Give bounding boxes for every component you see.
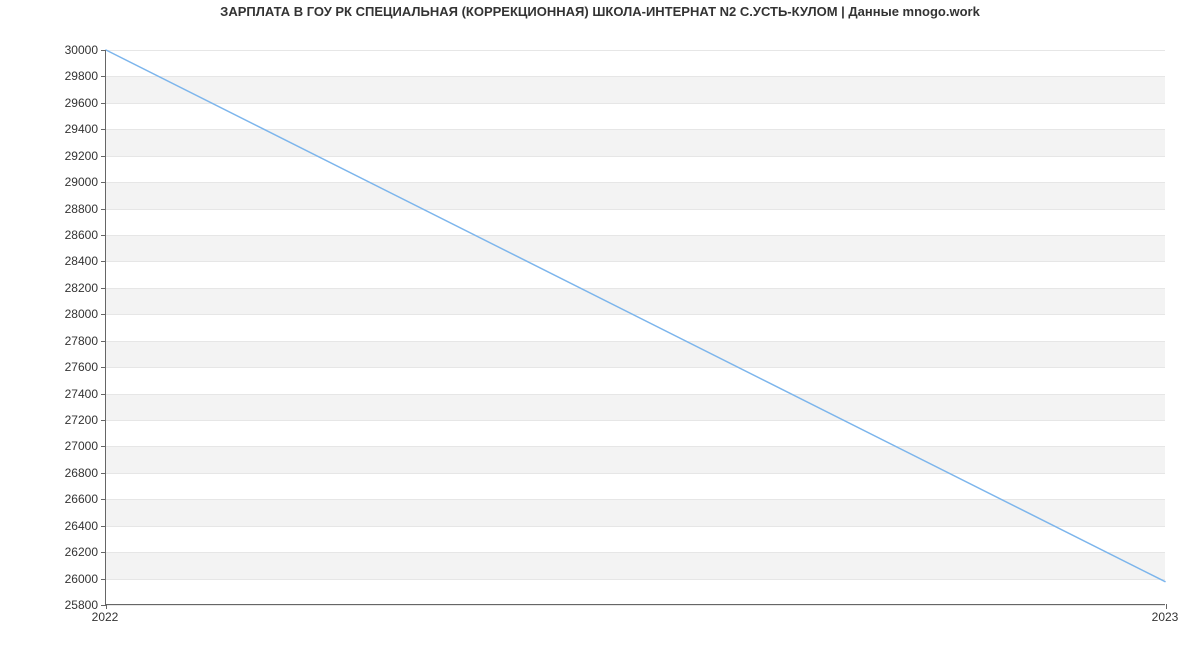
y-tick: [101, 103, 106, 104]
plot-area: [105, 50, 1165, 605]
y-tick: [101, 420, 106, 421]
y-tick: [101, 367, 106, 368]
y-tick: [101, 261, 106, 262]
line-series: [106, 50, 1165, 604]
x-tick: [1166, 604, 1167, 609]
x-tick-label: 2022: [92, 610, 119, 624]
y-tick-label: 29000: [65, 175, 98, 189]
y-tick-label: 27200: [65, 413, 98, 427]
y-tick: [101, 473, 106, 474]
y-tick-label: 26400: [65, 519, 98, 533]
y-tick-label: 29800: [65, 69, 98, 83]
x-tick: [106, 604, 107, 609]
x-tick-label: 2023: [1152, 610, 1179, 624]
y-tick: [101, 129, 106, 130]
y-tick-label: 27600: [65, 360, 98, 374]
series-line: [106, 50, 1165, 582]
y-tick-label: 27000: [65, 439, 98, 453]
y-tick: [101, 499, 106, 500]
y-tick: [101, 526, 106, 527]
salary-line-chart: ЗАРПЛАТА В ГОУ РК СПЕЦИАЛЬНАЯ (КОРРЕКЦИО…: [0, 0, 1200, 650]
y-tick-label: 28000: [65, 307, 98, 321]
y-tick-label: 26800: [65, 466, 98, 480]
y-tick-label: 26200: [65, 545, 98, 559]
y-tick-label: 28600: [65, 228, 98, 242]
y-tick-label: 26600: [65, 492, 98, 506]
y-tick: [101, 50, 106, 51]
y-tick: [101, 341, 106, 342]
y-tick: [101, 76, 106, 77]
y-tick: [101, 209, 106, 210]
y-tick: [101, 579, 106, 580]
y-tick-label: 27400: [65, 387, 98, 401]
y-tick-label: 29600: [65, 96, 98, 110]
y-tick-label: 30000: [65, 43, 98, 57]
y-tick: [101, 446, 106, 447]
y-tick-label: 27800: [65, 334, 98, 348]
y-tick: [101, 314, 106, 315]
y-tick: [101, 552, 106, 553]
y-tick-label: 26000: [65, 572, 98, 586]
y-tick: [101, 235, 106, 236]
y-tick: [101, 156, 106, 157]
gridline: [106, 605, 1165, 606]
y-tick-label: 29400: [65, 122, 98, 136]
chart-title: ЗАРПЛАТА В ГОУ РК СПЕЦИАЛЬНАЯ (КОРРЕКЦИО…: [0, 4, 1200, 19]
y-tick-label: 28400: [65, 254, 98, 268]
y-tick-label: 28200: [65, 281, 98, 295]
y-tick: [101, 182, 106, 183]
y-tick: [101, 288, 106, 289]
y-tick: [101, 394, 106, 395]
y-tick-label: 29200: [65, 149, 98, 163]
y-tick-label: 28800: [65, 202, 98, 216]
